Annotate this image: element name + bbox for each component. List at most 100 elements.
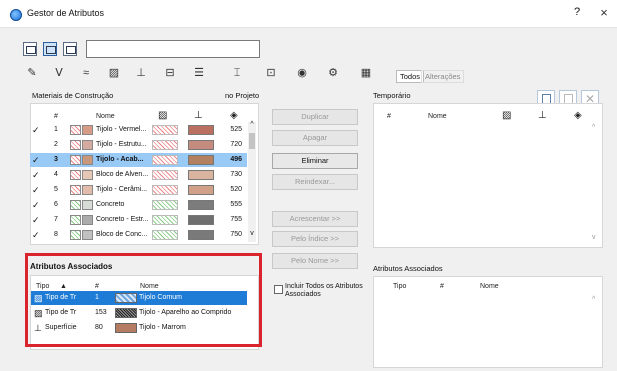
view-both-icon[interactable] [43, 42, 57, 56]
row-surface-color [188, 140, 214, 150]
delete-button[interactable]: Eliminar [272, 153, 358, 169]
row-fill-pattern [152, 185, 178, 195]
material-icon[interactable]: ☰ [191, 66, 207, 80]
temp-assoc-col-name: Nome [480, 283, 499, 290]
view-right-icon[interactable] [63, 42, 77, 56]
profile-icon[interactable]: ⊟ [162, 66, 178, 80]
help-button[interactable]: ? [570, 6, 584, 18]
row-fill-swatch [70, 185, 81, 195]
scroll-down-icon[interactable]: v [248, 230, 256, 237]
row-color-swatch [82, 140, 93, 150]
row-fill-pattern [152, 155, 178, 165]
app-icon [10, 9, 22, 21]
zone-icon[interactable]: ⌶ [229, 66, 245, 80]
close-button[interactable]: × [596, 5, 612, 20]
row-surface-color [188, 125, 214, 135]
row-check-icon[interactable]: ✓ [32, 168, 40, 182]
material-row[interactable]: ✓ 5 Tijolo - Cerâmi... 520 [30, 183, 247, 197]
row-surface-color [188, 215, 214, 225]
row-check-icon[interactable]: ✓ [32, 153, 40, 167]
row-num: 3 [54, 156, 58, 163]
temp-assoc-col-num: # [440, 283, 444, 290]
material-row[interactable]: ✓ 1 Tijolo - Vermel... 525 [30, 123, 247, 137]
row-fill-pattern [152, 125, 178, 135]
row-name: Tijolo - Vermel... [96, 126, 147, 133]
row-count: 720 [230, 141, 242, 148]
row-check-icon[interactable]: ✓ [32, 198, 40, 212]
material-row[interactable]: ✓ 6 Concreto 555 [30, 198, 247, 212]
row-color-swatch [82, 170, 93, 180]
material-row[interactable]: ✓ 8 Bloco de Conc... 750 [30, 228, 247, 242]
row-num: 1 [54, 126, 58, 133]
row-count: 525 [230, 126, 242, 133]
scroll-up-icon[interactable]: ^ [248, 121, 256, 128]
project-label: no Projeto [225, 91, 260, 100]
composite-icon[interactable]: ⊥ [133, 66, 149, 80]
pen-icon[interactable]: ✎ [24, 66, 40, 80]
row-fill-swatch [70, 125, 81, 135]
line-type-icon[interactable]: ≈ [78, 66, 94, 80]
row-name: Bloco de Conc... [96, 231, 148, 238]
row-num: 5 [54, 186, 58, 193]
fill-header-icon: ▨ [158, 110, 168, 121]
row-name: Bloco de Alven... [96, 171, 149, 178]
row-color-swatch [82, 200, 93, 210]
include-all-checkbox[interactable] [274, 285, 283, 294]
row-name: Tijolo - Acab... [96, 156, 144, 163]
mep-icon[interactable]: ⚙ [325, 66, 341, 80]
row-num: 4 [54, 171, 58, 178]
duplicate-button[interactable]: Duplicar [272, 109, 358, 125]
markup-icon[interactable]: ⊡ [263, 66, 279, 80]
row-fill-swatch [70, 230, 81, 240]
append-button[interactable]: Acrescentar >> [272, 211, 358, 227]
row-fill-pattern [152, 200, 178, 210]
by-name-button[interactable]: Pelo Nome >> [272, 253, 358, 269]
row-color-swatch [82, 155, 93, 165]
row-surface-color [188, 200, 214, 210]
row-surface-color [188, 230, 214, 240]
surface-header-icon: ⊥ [194, 110, 203, 121]
row-check-icon[interactable]: ✓ [32, 183, 40, 197]
window-title: Gestor de Atributos [27, 8, 105, 18]
row-count: 730 [230, 171, 242, 178]
row-fill-pattern [152, 170, 178, 180]
temp-assoc-scroll-icon[interactable]: ^ [592, 296, 595, 303]
temp-surface-icon: ⊥ [538, 110, 547, 121]
view-left-icon[interactable] [23, 42, 37, 56]
row-fill-pattern [152, 230, 178, 240]
row-fill-swatch [70, 200, 81, 210]
tab-all[interactable]: Todos [396, 70, 425, 83]
temp-col-name: Nome [428, 113, 447, 120]
material-header-icon: ◈ [230, 110, 238, 121]
row-check-icon[interactable]: ✓ [32, 228, 40, 242]
row-num: 8 [54, 231, 58, 238]
layer-icon[interactable]: Ⅴ [51, 66, 67, 80]
material-row[interactable]: ✓ 3 Tijolo - Acab... 496 [30, 153, 247, 167]
temp-col-num: # [387, 113, 391, 120]
row-color-swatch [82, 215, 93, 225]
row-check-icon[interactable]: ✓ [32, 213, 40, 227]
row-name: Tijolo - Estrutu... [96, 141, 147, 148]
material-row[interactable]: 2 Tijolo - Estrutu... 720 [30, 138, 247, 152]
search-input[interactable] [86, 40, 260, 58]
fill-icon[interactable]: ▨ [106, 66, 122, 80]
tab-changes[interactable]: Alterações [421, 70, 465, 83]
delete-soft-button[interactable]: Apagar [272, 130, 358, 146]
row-color-swatch [82, 125, 93, 135]
by-index-button[interactable]: Pelo Índice >> [272, 231, 358, 247]
highlight-frame [25, 253, 262, 347]
row-color-swatch [82, 185, 93, 195]
temp-scroll-up-icon[interactable]: ^ [592, 124, 595, 131]
scroll-thumb[interactable] [249, 133, 255, 149]
materials-title: Materiais de Construção [32, 91, 114, 100]
row-num: 7 [54, 216, 58, 223]
temp-assoc-col-type: Tipo [393, 283, 407, 290]
material-row[interactable]: ✓ 7 Concreto - Estr... 755 [30, 213, 247, 227]
surface-icon[interactable]: ◉ [294, 66, 310, 80]
material-row[interactable]: ✓ 4 Bloco de Alven... 730 [30, 168, 247, 182]
temp-fill-icon: ▨ [502, 110, 512, 121]
row-check-icon[interactable]: ✓ [32, 123, 40, 137]
temp-scroll-down-icon[interactable]: v [592, 234, 596, 241]
reindex-button[interactable]: Reindexar... [272, 174, 358, 190]
category-icon[interactable]: ▦ [358, 66, 374, 80]
